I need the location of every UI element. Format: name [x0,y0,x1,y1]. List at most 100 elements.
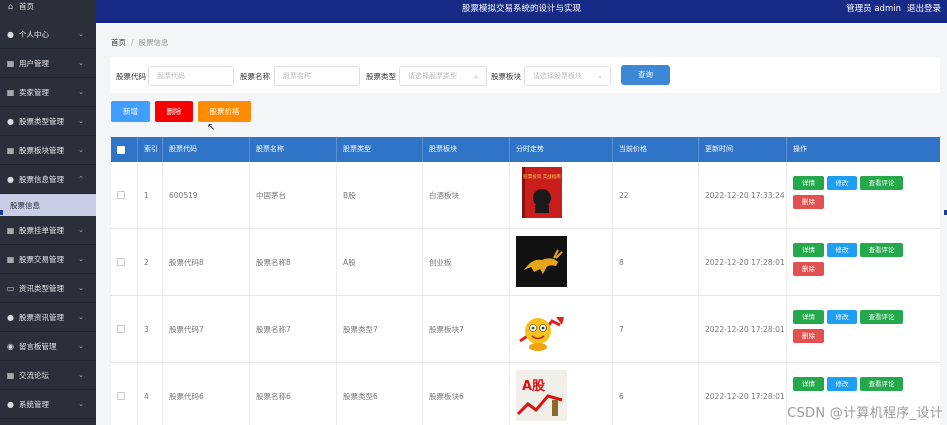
trend-thumbnail[interactable]: 股票投资 实战指南 [522,167,562,218]
view-comments-button[interactable]: 查看评论 [860,176,903,190]
sidebar-item-label: 股票交易管理 [19,254,64,264]
user-icon: ● [7,399,14,409]
sidebar-item-stock-types[interactable]: ● 股票类型管理 ⌄ [0,107,96,136]
cell-board: 股票板块6 [423,363,510,425]
cell-index: 3 [138,296,163,362]
breadcrumb-home[interactable]: 首页 [111,38,126,47]
view-comments-button[interactable]: 查看评论 [860,310,903,324]
type-label: 股票类型 [366,72,396,81]
column-header: 股票板块 [423,137,510,162]
detail-button[interactable]: 详情 [793,176,824,190]
top-header: 股票模拟交易系统的设计与实现 管理员 admin 退出登录 [96,0,947,23]
checkbox[interactable] [117,258,125,266]
user-icon: ● [7,29,14,39]
row-select[interactable] [111,229,138,295]
edit-button[interactable]: 修改 [827,377,857,391]
row-select[interactable] [111,162,138,228]
grid-icon: ▦ [6,370,15,380]
sidebar-item-forum[interactable]: ▦ 交流论坛 ⌄ [0,361,96,390]
sidebar-item-home[interactable]: ⌂ 首页 [0,0,96,13]
grid-icon: ▦ [6,254,15,264]
cell-name: 股票名称6 [250,363,337,425]
chevron-down-icon: ⌄ [78,30,84,38]
name-input[interactable]: 股票名称 [274,66,360,86]
cell-price: 8 [613,229,699,295]
cell-price: 6 [613,363,699,425]
sidebar-item-system[interactable]: ● 系统管理 ⌄ [0,390,96,419]
checkbox[interactable] [117,325,125,333]
cell-code: 股票代码7 [163,296,250,362]
code-label: 股票代码 [116,72,146,81]
code-input[interactable]: 股票代码 [148,66,234,86]
app-title: 股票模拟交易系统的设计与实现 [461,4,581,14]
sidebar-item-label: 交流论坛 [19,370,49,380]
trend-thumbnail[interactable]: A股 [516,370,567,421]
logout-link[interactable]: 退出登录 [907,4,941,14]
sidebar-item-stock-boards[interactable]: ▦ 股票板块管理 ⌄ [0,136,96,165]
edit-button[interactable]: 修改 [827,243,857,257]
sidebar-item-users[interactable]: ▦ 用户管理 ⌄ [0,49,96,78]
checkbox[interactable] [117,145,125,154]
sidebar-item-trades[interactable]: ▦ 股票交易管理 ⌄ [0,245,96,274]
checkbox[interactable] [117,191,125,199]
detail-button[interactable]: 详情 [793,377,824,391]
row-select[interactable] [111,296,138,362]
cell-price: 7 [613,296,699,362]
sidebar-item-label: 股票信息管理 [19,174,64,184]
sidebar-item-orders[interactable]: ▦ 股票挂单管理 ⌄ [0,216,96,245]
sidebar-item-messages[interactable]: ◉ 留言板管理 ⌄ [0,332,96,361]
row-select[interactable] [111,363,138,425]
column-header: 索引 [138,137,163,162]
search-button[interactable]: 查询 [621,65,670,85]
delete-button[interactable]: 删除 [155,101,193,122]
user-area: 管理员 admin 退出登录 [840,2,941,14]
grid-icon: ▦ [6,225,15,235]
cell-code: 600519 [163,162,250,228]
breadcrumb-separator: / [131,38,134,47]
chevron-down-icon: ⌄ [78,313,84,321]
trend-thumbnail[interactable] [516,303,567,354]
detail-button[interactable]: 详情 [793,310,824,324]
sidebar-item-profile[interactable]: ● 个人中心 ⌄ [0,20,96,49]
type-select[interactable]: 请选择股票类型 ⌄ [399,66,487,86]
trend-thumbnail[interactable] [516,236,567,287]
user-icon: ● [7,312,14,322]
chevron-down-icon: ⌄ [78,371,84,379]
sidebar-item-label: 系统管理 [19,399,49,409]
sidebar-item-news[interactable]: ● 股票资讯管理 ⌄ [0,303,96,332]
user-label: 管理员 admin [846,4,901,14]
search-panel: 股票代码 股票代码 股票名称 股票名称 股票类型 请选择股票类型 ⌄ 股票板块 … [110,57,940,93]
table-row: 2 股票代码8 股票名称8 A股 创业板 8 2022-12-20 17:28:… [111,229,940,296]
header-select-all[interactable] [111,137,138,162]
chevron-down-icon: ⌄ [78,88,84,96]
checkbox[interactable] [117,392,125,400]
grid-icon: ▦ [6,145,15,155]
sidebar-item-label: 股票资讯管理 [19,312,64,322]
watermark: CSDN @计算机程序_设计 [787,406,943,421]
thumbnail-text: A股 [522,379,545,394]
sidebar-item-label: 股票类型管理 [19,116,64,126]
cell-updated: 2022-12-20 17:33:24 [699,162,787,228]
view-comments-button[interactable]: 查看评论 [860,243,903,257]
detail-button[interactable]: 详情 [793,243,824,257]
sidebar-subitem-stock-info[interactable]: 股票信息 [0,194,96,216]
remove-button[interactable]: 删除 [793,195,824,209]
sidebar-item-news-types[interactable]: ▭ 资讯类型管理 ⌄ [0,274,96,303]
sidebar-item-stock-info[interactable]: ● 股票信息管理 ⌃ [0,165,96,194]
sidebar-item-label: 资讯类型管理 [19,283,64,293]
sidebar-item-sellers[interactable]: ▦ 卖家管理 ⌄ [0,78,96,107]
chevron-down-icon: ⌄ [78,226,84,234]
edit-button[interactable]: 修改 [827,310,857,324]
edit-button[interactable]: 修改 [827,176,857,190]
home-icon: ⌂ [7,2,14,11]
add-button[interactable]: 新增 [111,101,150,122]
stock-price-button[interactable]: 股票价格 [198,101,251,122]
board-select[interactable]: 请选择股票板块 ⌄ [524,66,611,86]
column-header: 当前价格 [613,137,699,162]
column-header: 更新时间 [699,137,787,162]
remove-button[interactable]: 删除 [793,329,824,343]
remove-button[interactable]: 删除 [793,262,824,276]
thumbnail-text: 股票投资 实战指南 [523,173,561,180]
view-comments-button[interactable]: 查看评论 [860,377,903,391]
cell-board: 白酒板块 [423,162,510,228]
